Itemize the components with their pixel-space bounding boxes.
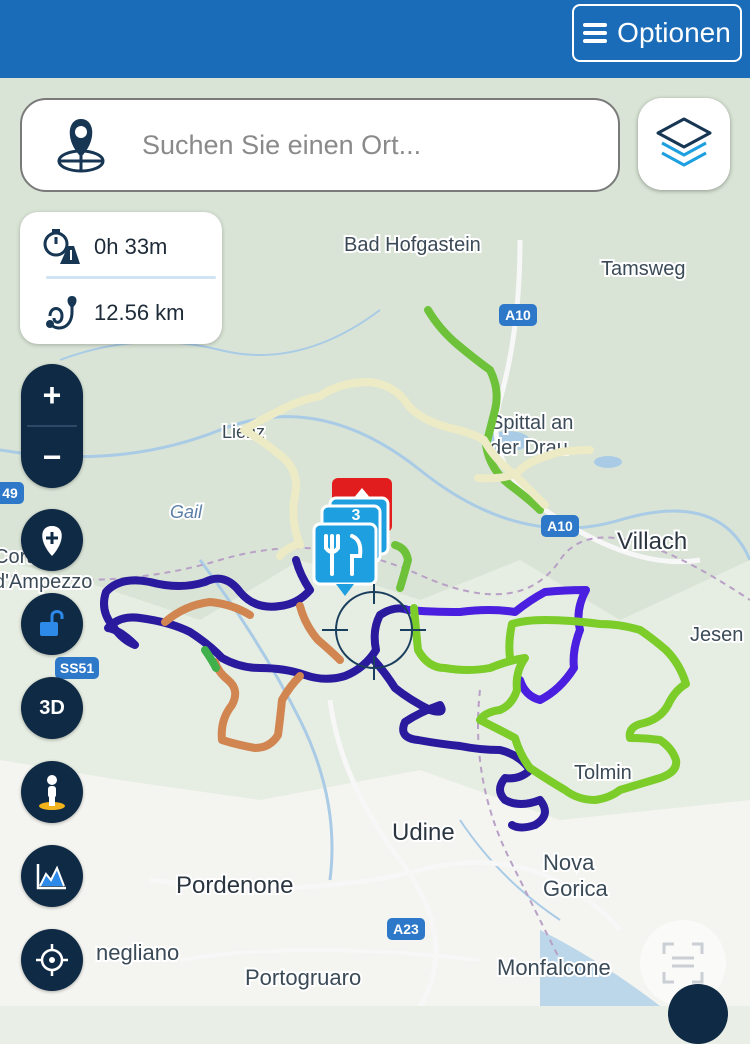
search-bar[interactable] — [20, 98, 620, 192]
place-label: Pordenone — [176, 872, 293, 899]
place-label: Villach — [617, 528, 687, 555]
svg-text:3: 3 — [352, 507, 361, 524]
stats-divider — [46, 276, 216, 279]
place-label: Bad Hofgastein — [344, 234, 481, 256]
scan-frame-icon — [662, 942, 704, 984]
road-shield-49: 49 — [0, 482, 24, 504]
crosshair-icon — [36, 944, 68, 976]
road-shield-a23: A23 — [387, 918, 425, 940]
layers-icon — [656, 117, 712, 167]
pegman-icon — [39, 775, 65, 810]
stopwatch-road-icon — [43, 229, 80, 264]
place-label: Monfalcone — [497, 955, 611, 980]
place-label: Portogruaro — [245, 965, 361, 990]
place-label: Jesen — [690, 624, 743, 646]
svg-text:A23: A23 — [393, 921, 419, 937]
place-label: Nova — [543, 850, 595, 875]
map-layers-button[interactable] — [638, 98, 730, 190]
search-input[interactable] — [140, 128, 584, 162]
place-label: d'Ampezzo — [0, 571, 92, 593]
place-label: Udine — [392, 819, 455, 846]
floating-action-button[interactable] — [668, 984, 728, 1044]
3d-label: 3D — [39, 696, 65, 719]
svg-text:SS51: SS51 — [60, 660, 94, 676]
distance-value: 12.56 km — [94, 300, 185, 325]
locate-me-button[interactable] — [21, 929, 83, 991]
duration-row: 0h 33m — [42, 228, 167, 266]
duration-value: 0h 33m — [94, 234, 168, 259]
unlock-icon — [40, 610, 64, 636]
top-bar: Optionen — [0, 0, 750, 78]
place-label: Tamsweg — [601, 258, 685, 280]
place-label: negliano — [96, 940, 179, 965]
place-label: Spittal an — [490, 412, 573, 434]
zoom-divider — [27, 425, 77, 427]
unlock-button[interactable] — [21, 593, 83, 655]
place-label: Gorica — [543, 876, 609, 901]
zoom-in-button[interactable]: + — [21, 364, 83, 426]
road-shield-ss51: SS51 — [55, 657, 99, 679]
zoom-out-button[interactable]: − — [21, 426, 83, 488]
add-waypoint-button[interactable] — [21, 509, 83, 571]
road-shield-a10-south: A10 — [541, 515, 579, 537]
place-label: Tolmin — [574, 762, 632, 784]
elevation-chart-icon — [36, 864, 66, 890]
3d-toggle-button[interactable]: 3D — [21, 677, 83, 739]
svg-text:49: 49 — [2, 485, 18, 501]
svg-text:A10: A10 — [547, 518, 573, 534]
distance-row: 12.56 km — [42, 294, 185, 332]
menu-icon — [583, 23, 608, 43]
route-distance-icon — [46, 296, 77, 330]
street-view-button[interactable] — [21, 761, 83, 823]
options-label: Optionen — [617, 17, 731, 48]
location-pin-icon — [22, 115, 140, 175]
add-location-icon — [42, 526, 62, 556]
route-stats-card: 0h 33m 12.56 km — [20, 212, 222, 344]
road-shield-a10-north: A10 — [499, 304, 537, 326]
svg-text:A10: A10 — [505, 307, 531, 323]
options-button[interactable]: Optionen — [572, 4, 742, 62]
river-label: Gail — [170, 502, 203, 522]
elevation-profile-button[interactable] — [21, 845, 83, 907]
zoom-controls: + − — [21, 364, 83, 488]
